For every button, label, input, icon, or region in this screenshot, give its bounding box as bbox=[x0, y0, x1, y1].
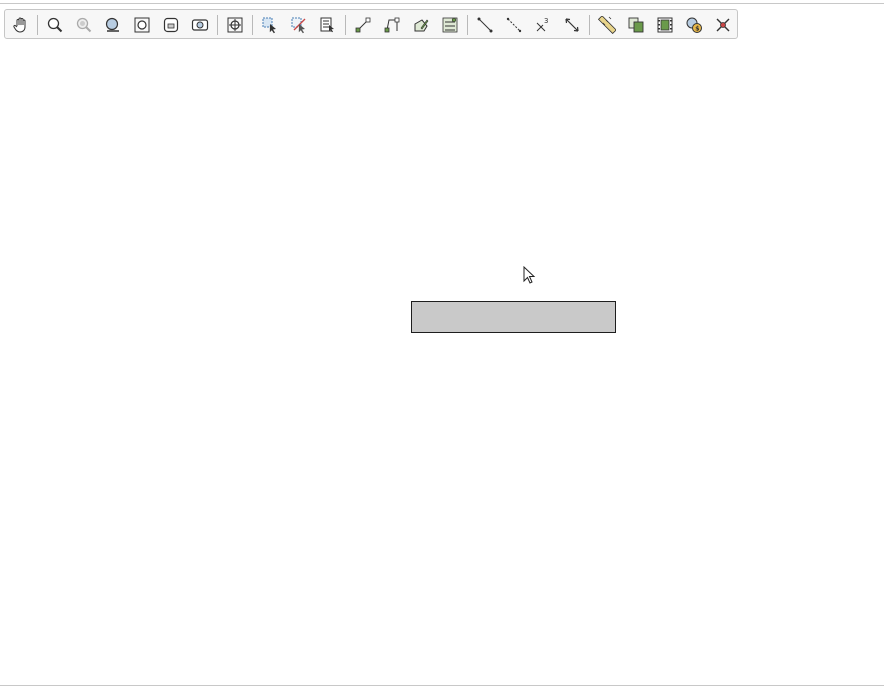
zoom-out-icon bbox=[76, 17, 92, 33]
digitize-line-icon bbox=[384, 17, 400, 33]
svg-text:$: $ bbox=[695, 26, 699, 33]
map-tips-icon: $ bbox=[686, 17, 702, 33]
zoom-to-native-resolution-button[interactable] bbox=[188, 13, 212, 37]
pan-icon bbox=[13, 17, 26, 33]
map-tips-button[interactable]: $ bbox=[682, 13, 706, 37]
zoom-to-layer-button[interactable] bbox=[159, 13, 183, 37]
toolbar-separator bbox=[252, 15, 253, 35]
mouse-cursor-icon bbox=[523, 266, 536, 284]
delete-selected-icon bbox=[716, 18, 730, 32]
zoom-to-selection-button[interactable] bbox=[101, 13, 125, 37]
toolbar-separator bbox=[345, 15, 346, 35]
zoom-in-button[interactable] bbox=[43, 13, 67, 37]
zoom-to-native-resolution-icon bbox=[191, 19, 209, 31]
select-features-icon bbox=[262, 17, 276, 34]
toolbar-separator bbox=[589, 15, 590, 35]
measure-line-button[interactable] bbox=[473, 13, 497, 37]
ruler-icon bbox=[598, 16, 616, 34]
pan-to-selection-button[interactable] bbox=[223, 13, 247, 37]
film-strip-icon bbox=[657, 17, 673, 33]
pan-to-selection-icon bbox=[227, 17, 243, 33]
measure-segment-icon bbox=[506, 17, 522, 33]
pan-button[interactable] bbox=[8, 13, 32, 37]
select-by-expression-icon bbox=[320, 17, 334, 33]
digitize-polygon-button[interactable] bbox=[409, 13, 433, 37]
zoom-to-selection-icon bbox=[105, 17, 119, 32]
zoom-to-layer-icon bbox=[163, 17, 179, 33]
delete-selected-button[interactable] bbox=[711, 13, 735, 37]
map-canvas[interactable] bbox=[0, 40, 884, 685]
measure-3d-button[interactable]: 3 bbox=[531, 13, 555, 37]
zoom-full-button[interactable] bbox=[130, 13, 154, 37]
toolbar-separator bbox=[37, 15, 38, 35]
copy-features-icon bbox=[628, 17, 644, 33]
deselect-features-button[interactable] bbox=[287, 13, 311, 37]
digitize-polygon-icon bbox=[414, 19, 429, 32]
svg-text:3: 3 bbox=[544, 17, 548, 25]
measure-3d-icon: 3 bbox=[536, 17, 548, 32]
vertex-tool-icon bbox=[442, 17, 458, 33]
measure-distance-button[interactable] bbox=[560, 13, 584, 37]
select-by-expression-button[interactable] bbox=[316, 13, 340, 37]
digitize-point-icon bbox=[355, 17, 371, 33]
map-navigation-toolbar: 3 $ bbox=[4, 9, 738, 39]
measure-segment-button[interactable] bbox=[502, 13, 526, 37]
toolbar-separator bbox=[467, 15, 468, 35]
digitize-point-button[interactable] bbox=[351, 13, 375, 37]
ruler-button[interactable] bbox=[595, 13, 619, 37]
toolbar-separator bbox=[217, 15, 218, 35]
zoom-in-icon bbox=[47, 17, 63, 33]
measure-distance-icon bbox=[565, 18, 579, 32]
copy-features-button[interactable] bbox=[624, 13, 648, 37]
deselect-features-icon bbox=[291, 17, 306, 34]
digitize-line-button[interactable] bbox=[380, 13, 404, 37]
film-strip-button[interactable] bbox=[653, 13, 677, 37]
zoom-full-icon bbox=[134, 17, 150, 33]
window-top-border bbox=[0, 3, 884, 4]
select-features-button[interactable] bbox=[258, 13, 282, 37]
measure-line-icon bbox=[477, 17, 493, 33]
feature-rectangle[interactable] bbox=[411, 301, 616, 333]
zoom-out-button[interactable] bbox=[72, 13, 96, 37]
vertex-tool-button[interactable] bbox=[438, 13, 462, 37]
